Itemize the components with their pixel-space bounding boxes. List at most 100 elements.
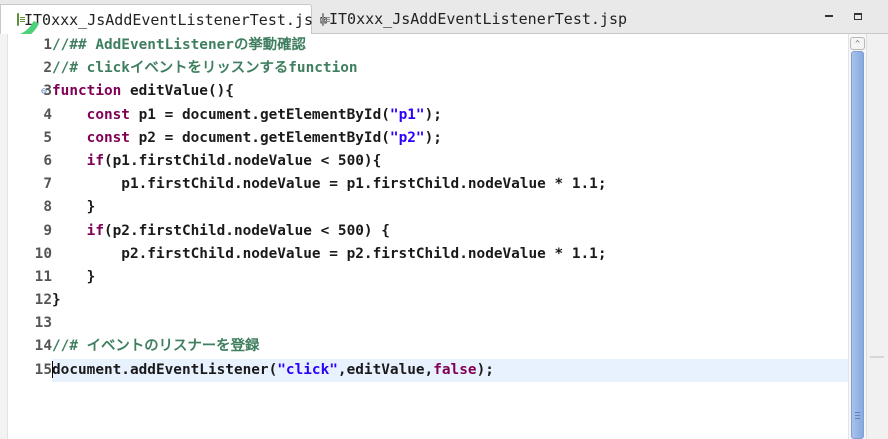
line-number-text: 14 bbox=[34, 338, 52, 355]
code-line[interactable]: const p1 = document.getElementById("p1")… bbox=[52, 104, 848, 127]
code-line[interactable]: if(p2.firstChild.nodeValue < 500) { bbox=[52, 220, 848, 243]
editor-left-ruler bbox=[0, 34, 8, 439]
code-token: (p1.firstChild.nodeValue < 500){ bbox=[103, 152, 382, 169]
line-number-text: 8 bbox=[43, 199, 52, 216]
code-line[interactable] bbox=[52, 312, 848, 335]
code-token: ); bbox=[476, 361, 494, 378]
line-number: 13 bbox=[8, 312, 52, 335]
js-file-icon bbox=[17, 13, 25, 26]
code-token: document.addEventListener( bbox=[52, 361, 278, 378]
code-line[interactable]: //# clickイベントをリッスンするfunction bbox=[52, 57, 848, 80]
line-number-text: 5 bbox=[43, 129, 52, 146]
line-number-text: 12 bbox=[34, 292, 52, 309]
line-number-text: 11 bbox=[34, 268, 52, 285]
maximize-icon bbox=[854, 12, 862, 20]
code-line[interactable]: document.addEventListener("click",editVa… bbox=[52, 358, 848, 382]
editor-tab-bar: IT0xxx_JsAddEventListenerTest.js ⊠ IT0xx… bbox=[0, 0, 888, 52]
line-number-text: 9 bbox=[43, 222, 52, 239]
code-token: editValue(){ bbox=[121, 83, 234, 100]
code-line[interactable]: //# イベントのリスナーを登録 bbox=[52, 335, 848, 358]
code-line[interactable]: function editValue(){ bbox=[52, 80, 848, 103]
code-line[interactable]: p1.firstChild.nodeValue = p1.firstChild.… bbox=[52, 173, 848, 196]
scroll-up-button[interactable]: ^ bbox=[850, 37, 865, 50]
code-token: } bbox=[52, 292, 61, 309]
code-token: (p2.firstChild.nodeValue < 500) { bbox=[103, 222, 390, 239]
line-number: 4 bbox=[8, 104, 52, 127]
code-comment: //# clickイベントをリッスンするfunction bbox=[52, 60, 358, 77]
line-number: 9 bbox=[8, 220, 52, 243]
code-token: } bbox=[52, 268, 96, 285]
line-number-text: 3 bbox=[43, 83, 52, 100]
line-number: 11 bbox=[8, 266, 52, 289]
code-keyword: const bbox=[86, 129, 130, 146]
code-keyword: if bbox=[86, 222, 104, 239]
overview-ruler[interactable] bbox=[866, 34, 888, 439]
line-number: 7 bbox=[8, 173, 52, 196]
code-token: ,editValue, bbox=[337, 361, 434, 378]
code-line[interactable]: } bbox=[52, 196, 848, 219]
line-number-text: 4 bbox=[43, 106, 52, 123]
tab-jsp-label: IT0xxx_JsAddEventListenerTest.jsp bbox=[329, 10, 628, 28]
line-number-text: 7 bbox=[43, 176, 52, 193]
code-token: p2 = document.getElementById( bbox=[129, 129, 390, 146]
code-line[interactable]: } bbox=[52, 266, 848, 289]
code-token: p2.firstChild.nodeValue = p2.firstChild.… bbox=[52, 245, 607, 262]
line-number: 8 bbox=[8, 196, 52, 219]
line-number: 3 ⊖ bbox=[8, 80, 52, 103]
code-editor[interactable]: 1 2 3 ⊖ 4 5 6 7 8 9 10 11 12 13 14 15 //## AddEventList… bbox=[0, 34, 888, 439]
line-number-text: 10 bbox=[34, 245, 52, 262]
thumb-grip bbox=[855, 415, 860, 416]
code-line[interactable]: //## AddEventListenerの挙動確認 bbox=[52, 34, 848, 57]
tab-jsp-file[interactable]: IT0xxx_JsAddEventListenerTest.jsp bbox=[316, 4, 627, 34]
line-number: 15 bbox=[8, 359, 52, 382]
thumb-grip bbox=[855, 412, 860, 413]
code-token: } bbox=[52, 199, 96, 216]
code-comment: //# イベントのリスナーを登録 bbox=[52, 338, 260, 355]
code-keyword: function bbox=[52, 83, 122, 100]
scroll-thumb[interactable] bbox=[851, 51, 864, 439]
code-keyword: if bbox=[86, 152, 104, 169]
line-number: 12 bbox=[8, 289, 52, 312]
maximize-button[interactable] bbox=[850, 9, 866, 23]
minimize-icon bbox=[825, 15, 833, 17]
code-keyword: false bbox=[433, 361, 477, 378]
jsp-file-icon bbox=[322, 12, 330, 26]
tab-js-label: IT0xxx_JsAddEventListenerTest.js bbox=[24, 10, 313, 29]
line-number-gutter: 1 2 3 ⊖ 4 5 6 7 8 9 10 11 12 13 14 15 bbox=[8, 34, 52, 382]
vertical-scrollbar[interactable]: ^ bbox=[848, 34, 866, 439]
line-number-text: 1 bbox=[43, 37, 52, 53]
code-line[interactable]: } bbox=[52, 289, 848, 312]
line-number-text: 2 bbox=[43, 60, 52, 77]
code-string: "click" bbox=[277, 361, 338, 378]
line-number: 10 bbox=[8, 243, 52, 266]
code-token: p1 = document.getElementById( bbox=[129, 106, 390, 123]
line-number-text: 15 bbox=[34, 361, 52, 378]
fold-collapse-icon[interactable]: ⊖ bbox=[41, 80, 47, 103]
minimize-button[interactable] bbox=[821, 9, 837, 23]
code-area[interactable]: //## AddEventListenerの挙動確認 //# clickイベントを… bbox=[52, 34, 848, 382]
code-line[interactable]: p2.firstChild.nodeValue = p2.firstChild.… bbox=[52, 243, 848, 266]
line-number: 14 bbox=[8, 335, 52, 358]
code-keyword: const bbox=[86, 106, 130, 123]
line-number: 6 bbox=[8, 150, 52, 173]
code-token: p1.firstChild.nodeValue = p1.firstChild.… bbox=[52, 176, 607, 193]
line-number: 5 bbox=[8, 127, 52, 150]
code-token: ); bbox=[424, 106, 442, 123]
code-string: "p1" bbox=[389, 106, 425, 123]
line-number-text: 13 bbox=[34, 315, 52, 332]
code-token: ); bbox=[424, 129, 442, 146]
tab-js-file[interactable]: IT0xxx_JsAddEventListenerTest.js ⊠ bbox=[0, 4, 327, 34]
code-line[interactable]: if(p1.firstChild.nodeValue < 500){ bbox=[52, 150, 848, 173]
code-string: "p2" bbox=[389, 129, 425, 146]
thumb-grip bbox=[855, 418, 860, 419]
chevron-up-icon: ^ bbox=[855, 39, 860, 48]
line-number-text: 6 bbox=[43, 152, 52, 169]
code-line[interactable]: const p2 = document.getElementById("p2")… bbox=[52, 127, 848, 150]
line-number: 2 bbox=[8, 57, 52, 80]
code-comment: //## AddEventListenerの挙動確認 bbox=[52, 37, 306, 53]
line-number: 1 bbox=[8, 34, 52, 57]
overview-marker bbox=[870, 356, 884, 358]
